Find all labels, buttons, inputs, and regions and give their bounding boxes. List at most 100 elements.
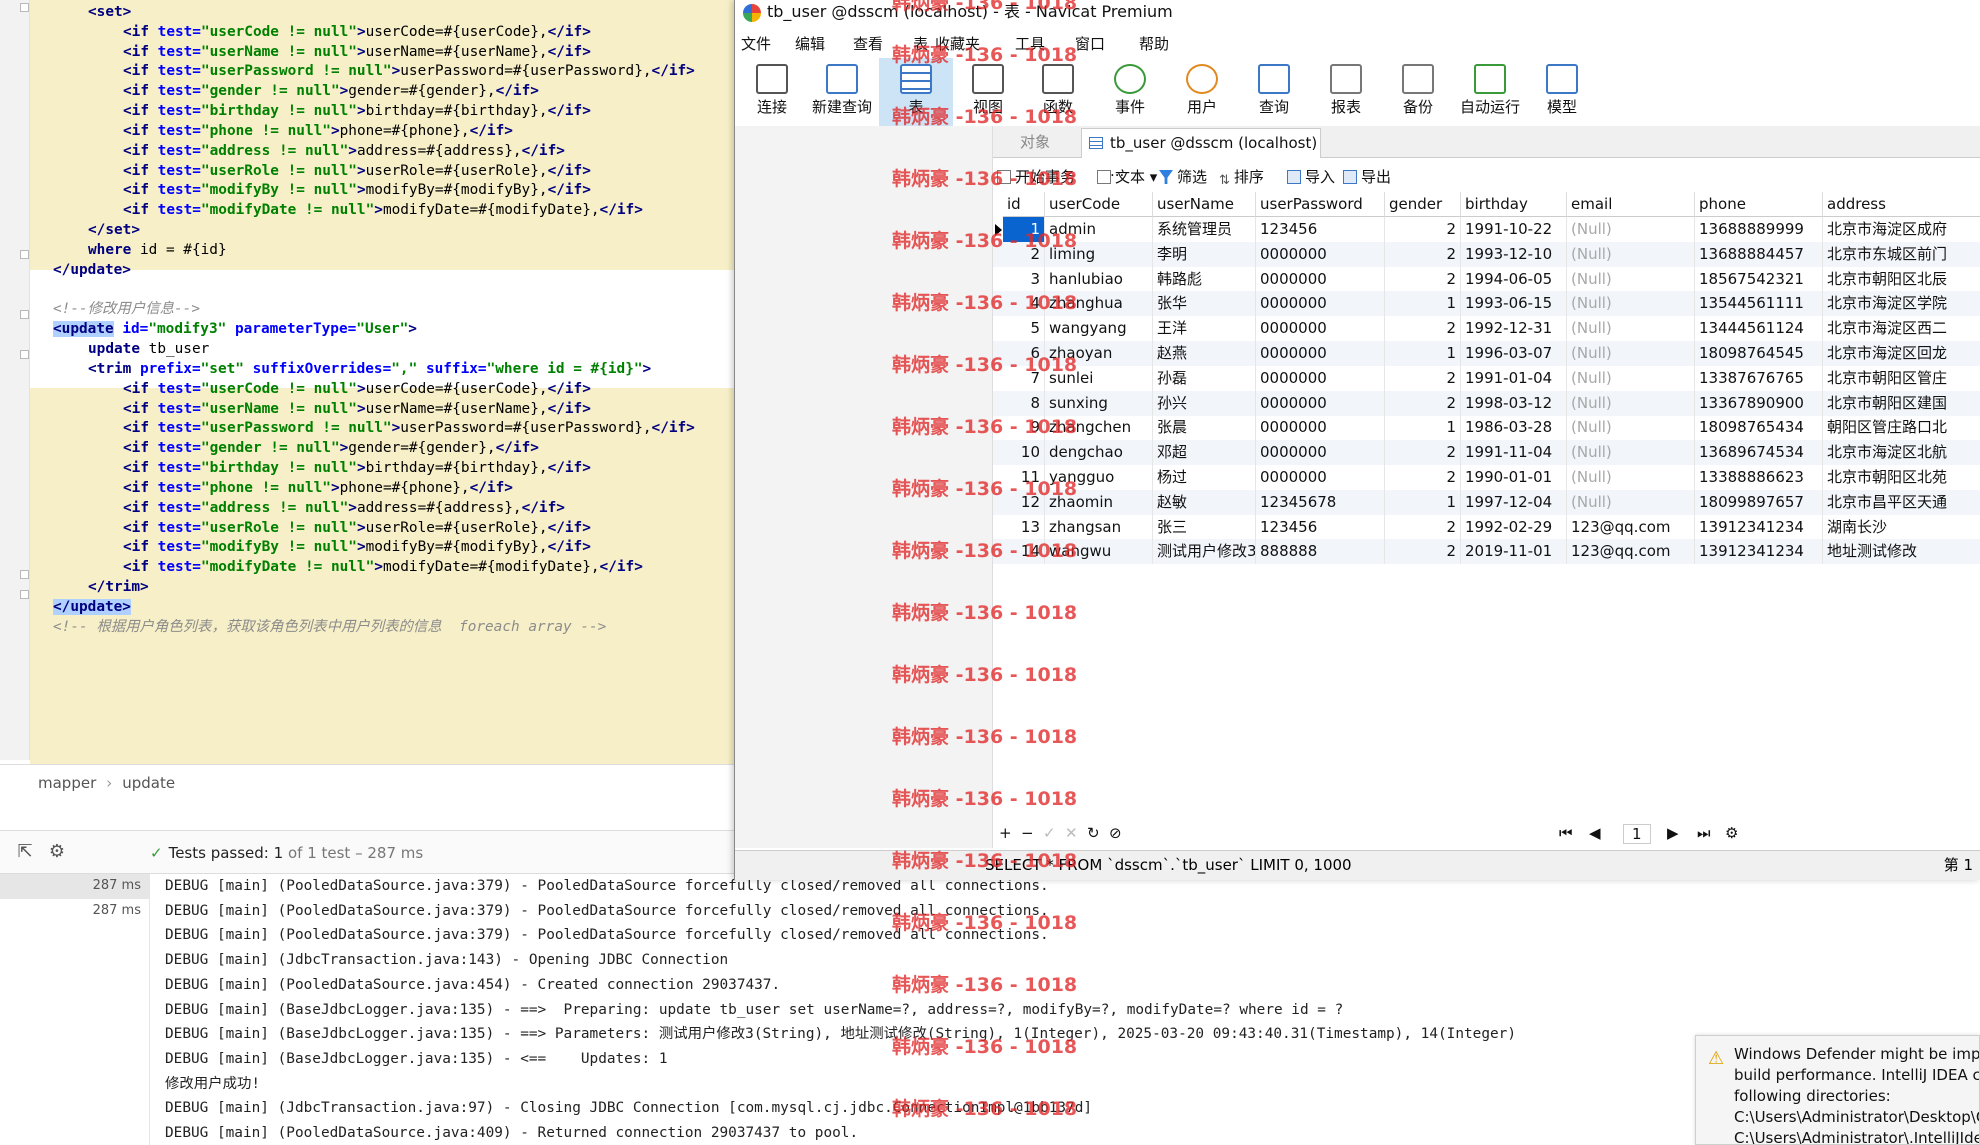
cell-userpassword[interactable]: 123456 bbox=[1256, 514, 1385, 540]
cell-userpassword[interactable]: 0000000 bbox=[1256, 291, 1385, 317]
toolbar-backup-button[interactable]: 备份 bbox=[1381, 58, 1455, 126]
cell-usercode[interactable]: liming bbox=[1045, 241, 1153, 267]
cell-userpassword[interactable]: 0000000 bbox=[1256, 415, 1385, 441]
cell-gender[interactable]: 1 bbox=[1385, 489, 1461, 515]
cell-birthday[interactable]: 1992-02-29 bbox=[1461, 514, 1567, 540]
import-button[interactable]: 导入 bbox=[1287, 166, 1335, 187]
cell-usercode[interactable]: wangyang bbox=[1045, 316, 1153, 342]
cell-birthday[interactable]: 1994-06-05 bbox=[1461, 266, 1567, 292]
cell-email[interactable]: (Null) bbox=[1567, 465, 1695, 490]
table-row[interactable]: 4 zhanghua 张华 0000000 1 1993-06-15 (Null) 13544… bbox=[993, 291, 1980, 317]
cell-gender[interactable]: 1 bbox=[1385, 415, 1461, 441]
cell-address[interactable]: 北京市朝阳区北辰 bbox=[1823, 267, 1980, 292]
toolbar-function-button[interactable]: 函数 bbox=[1021, 58, 1095, 126]
column-header-email[interactable]: email bbox=[1567, 192, 1695, 217]
cell-id[interactable]: 10 bbox=[1003, 440, 1045, 466]
cell-address[interactable]: 地址测试修改 bbox=[1823, 539, 1980, 564]
cell-usercode[interactable]: admin bbox=[1045, 217, 1153, 242]
table-row[interactable]: 8 sunxing 孙兴 0000000 2 1998-03-12 (Null) 133678… bbox=[993, 390, 1980, 416]
cell-phone[interactable]: 18099897657 bbox=[1695, 489, 1823, 515]
toolbar-query-button[interactable]: 查询 bbox=[1237, 58, 1311, 126]
cell-usercode[interactable]: zhaomin bbox=[1045, 489, 1153, 515]
cell-birthday[interactable]: 1993-12-10 bbox=[1461, 241, 1567, 267]
cell-email[interactable]: (Null) bbox=[1567, 341, 1695, 366]
menu-edit[interactable]: 编辑 bbox=[795, 33, 825, 54]
table-row[interactable]: 13 zhangsan 张三 123456 2 1992-02-29 123@qq.com 1… bbox=[993, 514, 1980, 540]
cell-gender[interactable]: 2 bbox=[1385, 440, 1461, 466]
cell-usercode[interactable]: yangguo bbox=[1045, 465, 1153, 490]
cell-userpassword[interactable]: 123456 bbox=[1256, 217, 1385, 242]
cell-email[interactable]: 123@qq.com bbox=[1567, 514, 1695, 540]
cell-birthday[interactable]: 1991-11-04 bbox=[1461, 440, 1567, 466]
cell-email[interactable]: (Null) bbox=[1567, 415, 1695, 441]
export-button[interactable]: 导出 bbox=[1343, 166, 1391, 187]
cell-address[interactable]: 北京市东城区前门 bbox=[1823, 242, 1980, 267]
cell-phone[interactable]: 13367890900 bbox=[1695, 390, 1823, 416]
table-row[interactable]: 12 zhaomin 赵敏 12345678 1 1997-12-04 (Null) 1809… bbox=[993, 489, 1980, 515]
toolbar-event-button[interactable]: 事件 bbox=[1093, 58, 1167, 126]
column-header-gender[interactable]: gender bbox=[1385, 192, 1461, 217]
cell-gender[interactable]: 1 bbox=[1385, 291, 1461, 317]
window-title-bar[interactable]: tb_user @dsscm (localhost) - 表 - Navicat… bbox=[735, 0, 1980, 28]
cell-gender[interactable]: 2 bbox=[1385, 390, 1461, 416]
table-row[interactable]: 5 wangyang 王洋 0000000 2 1992-12-31 (Null) 13444… bbox=[993, 316, 1980, 342]
cell-id[interactable]: 13 bbox=[1003, 514, 1045, 540]
cell-address[interactable]: 北京市昌平区天通 bbox=[1823, 490, 1980, 515]
table-row[interactable]: 2 liming 李明 0000000 2 1993-12-10 (Null) 1368888… bbox=[993, 241, 1980, 267]
cell-phone[interactable]: 18098765434 bbox=[1695, 415, 1823, 441]
cell-email[interactable]: 123@qq.com bbox=[1567, 539, 1695, 565]
windows-defender-notification[interactable]: ⚠ Windows Defender might be impa build p… bbox=[1695, 1035, 1980, 1145]
cell-phone[interactable]: 13689674534 bbox=[1695, 440, 1823, 466]
toolbar-table-button[interactable]: 表 bbox=[879, 58, 953, 126]
column-header-birthday[interactable]: birthday bbox=[1461, 192, 1567, 217]
table-row[interactable]: 1 admin 系统管理员 123456 2 1991-10-22 (Null) 136888… bbox=[993, 217, 1980, 242]
cell-userpassword[interactable]: 0000000 bbox=[1256, 341, 1385, 366]
cell-username[interactable]: 孙兴 bbox=[1153, 390, 1256, 416]
cell-id[interactable]: 5 bbox=[1003, 316, 1045, 342]
fold-marker[interactable] bbox=[20, 3, 29, 12]
prev-page-button[interactable]: ◀ bbox=[1589, 824, 1601, 842]
toolbar-connect-button[interactable]: 连接 bbox=[735, 58, 809, 126]
cell-username[interactable]: 张晨 bbox=[1153, 415, 1256, 441]
cell-usercode[interactable]: zhanghua bbox=[1045, 291, 1153, 317]
table-row[interactable]: 11 yangguo 杨过 0000000 2 1990-01-01 (Null) 13388… bbox=[993, 465, 1980, 490]
table-row[interactable]: 10 dengchao 邓超 0000000 2 1991-11-04 (Null) 1368… bbox=[993, 440, 1980, 466]
cell-phone[interactable]: 18567542321 bbox=[1695, 266, 1823, 292]
cell-id[interactable]: 4 bbox=[1003, 291, 1045, 317]
cell-userpassword[interactable]: 0000000 bbox=[1256, 266, 1385, 292]
cell-id[interactable]: 1 bbox=[1003, 217, 1045, 242]
menu-table[interactable]: 表 bbox=[913, 33, 928, 54]
toolbar-model-button[interactable]: 模型 bbox=[1525, 58, 1599, 126]
open-external-icon[interactable]: ⇱ bbox=[14, 841, 36, 863]
menu-view[interactable]: 查看 bbox=[853, 33, 883, 54]
table-row[interactable]: 9 zhangchen 张晨 0000000 1 1986-03-28 (Null) 1809… bbox=[993, 415, 1980, 441]
fold-marker[interactable] bbox=[20, 250, 29, 259]
cell-username[interactable]: 测试用户修改3 bbox=[1153, 539, 1256, 565]
cell-gender[interactable]: 2 bbox=[1385, 539, 1461, 565]
cell-username[interactable]: 李明 bbox=[1153, 241, 1256, 267]
cell-email[interactable]: (Null) bbox=[1567, 489, 1695, 515]
cell-userpassword[interactable]: 0000000 bbox=[1256, 465, 1385, 490]
column-header-address[interactable]: address bbox=[1823, 192, 1980, 217]
object-sidebar[interactable] bbox=[735, 126, 993, 848]
table-row[interactable]: 3 hanlubiao 韩路彪 0000000 2 1994-06-05 (Null) 185… bbox=[993, 266, 1980, 292]
cell-birthday[interactable]: 2019-11-01 bbox=[1461, 539, 1567, 565]
filter-button[interactable]: 筛选 bbox=[1159, 166, 1207, 187]
menu-help[interactable]: 帮助 bbox=[1139, 33, 1169, 54]
column-header-id[interactable]: id bbox=[1003, 192, 1045, 217]
table-row[interactable]: 6 zhaoyan 赵燕 0000000 1 1996-03-07 (Null) 180987… bbox=[993, 341, 1980, 366]
cell-userpassword[interactable]: 0000000 bbox=[1256, 241, 1385, 267]
code-editor[interactable]: <set> <if test="userCode != null">userCod… bbox=[30, 0, 734, 764]
tab-objects[interactable]: 对象 bbox=[993, 126, 1077, 158]
cell-birthday[interactable]: 1998-03-12 bbox=[1461, 390, 1567, 416]
cell-gender[interactable]: 2 bbox=[1385, 316, 1461, 342]
cell-email[interactable]: (Null) bbox=[1567, 316, 1695, 342]
cell-address[interactable]: 北京市朝阳区建国 bbox=[1823, 391, 1980, 416]
cell-username[interactable]: 张三 bbox=[1153, 514, 1256, 540]
tab-tb-user[interactable]: tb_user @dsscm (localhost) ... bbox=[1081, 128, 1321, 180]
cell-birthday[interactable]: 1986-03-28 bbox=[1461, 415, 1567, 441]
cell-userpassword[interactable]: 12345678 bbox=[1256, 489, 1385, 515]
cell-birthday[interactable]: 1991-10-22 bbox=[1461, 217, 1567, 242]
cell-usercode[interactable]: zhangsan bbox=[1045, 514, 1153, 540]
cell-gender[interactable]: 1 bbox=[1385, 341, 1461, 366]
